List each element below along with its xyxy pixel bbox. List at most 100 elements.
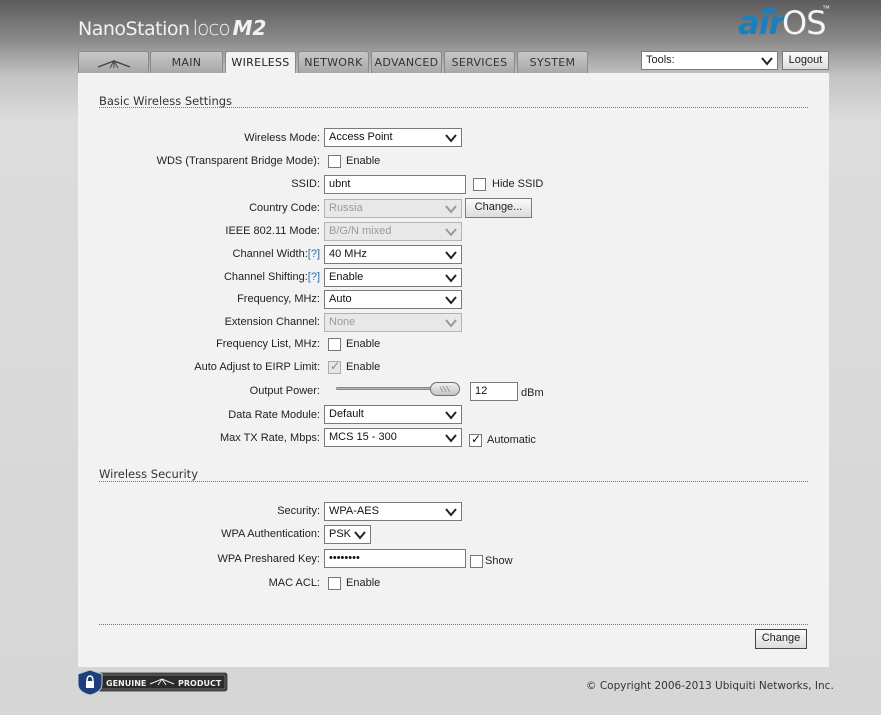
chevron-down-icon xyxy=(445,434,457,443)
max-tx-rate-label: Max TX Rate, Mbps: xyxy=(219,432,320,444)
eirp-enable-label: Enable xyxy=(346,361,381,373)
hide-ssid-checkbox[interactable] xyxy=(473,178,486,191)
eirp-label: Auto Adjust to EIRP Limit: xyxy=(194,361,320,373)
chevron-down-icon xyxy=(445,411,457,420)
extension-channel-select[interactable]: None xyxy=(324,313,462,332)
channel-width-label-text: Channel Width: xyxy=(232,248,308,260)
show-key-checkbox[interactable] xyxy=(470,555,483,568)
data-rate-module-select[interactable]: Default xyxy=(324,405,462,424)
channel-shifting-label-text: Channel Shifting: xyxy=(223,271,308,283)
ssid-input[interactable]: ubnt xyxy=(324,175,466,194)
chevron-down-icon xyxy=(445,274,457,283)
ssid-label: SSID: xyxy=(291,178,320,190)
ubiquiti-logo-icon xyxy=(97,60,130,69)
channel-width-select[interactable]: 40 MHz xyxy=(324,245,462,264)
tab-advanced[interactable]: ADVANCED xyxy=(371,51,442,74)
genuine-badge-text-left: GENUINE xyxy=(106,679,146,688)
output-power-slider-handle[interactable] xyxy=(430,382,460,396)
max-tx-rate-value: MCS 15 - 300 xyxy=(329,431,397,443)
frequency-list-checkbox[interactable] xyxy=(328,338,341,351)
hide-ssid-label: Hide SSID xyxy=(492,178,544,190)
country-change-button[interactable]: Change... xyxy=(465,198,532,218)
genuine-product-badge: GENUINE PRODUCT xyxy=(78,669,228,696)
channel-width-label: Channel Width:[?] xyxy=(233,248,320,260)
output-power-unit: dBm xyxy=(521,387,544,399)
logout-button[interactable]: Logout xyxy=(782,51,829,70)
tab-network[interactable]: NETWORK xyxy=(298,51,369,74)
tools-select[interactable]: Tools: xyxy=(641,51,778,70)
tab-system[interactable]: SYSTEM xyxy=(517,51,588,74)
country-code-select[interactable]: Russia xyxy=(324,199,462,218)
country-code-label: Country Code: xyxy=(249,202,320,214)
tab-services[interactable]: SERVICES xyxy=(444,51,515,74)
chevron-down-icon xyxy=(761,57,773,66)
channel-width-help-link[interactable]: [?] xyxy=(308,248,320,260)
security-select[interactable]: WPA-AES xyxy=(324,502,462,521)
max-tx-automatic-checkbox[interactable] xyxy=(469,432,482,447)
max-tx-automatic-label: Automatic xyxy=(487,434,536,446)
mac-acl-label: MAC ACL: xyxy=(268,577,320,589)
channel-shifting-value: Enable xyxy=(329,271,364,283)
mac-acl-enable-label: Enable xyxy=(346,577,381,589)
frequency-value: Auto xyxy=(329,293,352,305)
show-key-label: Show xyxy=(485,555,513,567)
mac-acl-checkbox[interactable] xyxy=(328,577,341,590)
airos-air-text: air xyxy=(738,4,784,42)
chevron-down-icon xyxy=(445,228,457,237)
wireless-mode-value: Access Point xyxy=(329,131,393,143)
chevron-down-icon xyxy=(445,134,457,143)
tools-select-value: Tools: xyxy=(646,54,675,66)
airos-os-text: OS xyxy=(782,4,826,42)
frequency-label: Frequency, MHz: xyxy=(237,293,320,305)
tab-logo[interactable] xyxy=(78,51,149,74)
settings-panel: Basic Wireless Settings Wireless Mode: W… xyxy=(78,73,829,667)
product-logo: NanoStation loco M2 xyxy=(78,16,266,46)
security-value: WPA-AES xyxy=(329,505,379,517)
divider xyxy=(99,481,808,482)
wpa-authentication-value: PSK xyxy=(329,528,352,540)
channel-shifting-select[interactable]: Enable xyxy=(324,268,462,287)
tab-main[interactable]: MAIN xyxy=(150,51,223,74)
data-rate-module-label: Data Rate Module: xyxy=(228,409,320,421)
frequency-select[interactable]: Auto xyxy=(324,290,462,309)
eirp-checkbox[interactable] xyxy=(328,359,341,374)
airos-logo: air OS ™ xyxy=(738,2,830,42)
chevron-down-icon xyxy=(445,296,457,305)
chevron-down-icon xyxy=(354,531,366,540)
data-rate-module-value: Default xyxy=(329,408,364,420)
wireless-mode-select[interactable]: Access Point xyxy=(324,128,462,147)
security-label: Security: xyxy=(277,505,320,517)
extension-channel-value: None xyxy=(329,316,356,328)
chevron-down-icon xyxy=(445,205,457,214)
ieee-mode-value: B/G/N mixed xyxy=(329,225,392,237)
genuine-badge-text-right: PRODUCT xyxy=(178,679,222,688)
frequency-list-label: Frequency List, MHz: xyxy=(216,338,320,350)
max-tx-rate-select[interactable]: MCS 15 - 300 xyxy=(324,428,462,447)
wds-enable-label: Enable xyxy=(346,155,381,167)
channel-shifting-help-link[interactable]: [?] xyxy=(308,271,320,283)
output-power-input[interactable]: 12 xyxy=(470,382,518,401)
section-title-security: Wireless Security xyxy=(99,467,198,481)
channel-width-value: 40 MHz xyxy=(329,248,367,260)
country-code-value: Russia xyxy=(329,202,363,214)
output-power-label: Output Power: xyxy=(249,385,320,397)
channel-shifting-label: Channel Shifting:[?] xyxy=(224,271,320,283)
wds-checkbox[interactable] xyxy=(328,155,341,168)
copyright-text: © Copyright 2006-2013 Ubiquiti Networks,… xyxy=(586,680,834,692)
wpa-authentication-label: WPA Authentication: xyxy=(221,528,320,540)
tab-wireless[interactable]: WIRELESS xyxy=(225,51,296,75)
wpa-authentication-select[interactable]: PSK xyxy=(324,525,371,544)
wpa-preshared-key-input[interactable]: •••••••• xyxy=(324,549,466,568)
chevron-down-icon xyxy=(445,508,457,517)
labels-column: Wireless Mode: WDS (Transparent Bridge M… xyxy=(78,73,320,667)
change-button[interactable]: Change xyxy=(755,629,807,649)
wpa-preshared-key-label: WPA Preshared Key: xyxy=(217,553,320,565)
extension-channel-label: Extension Channel: xyxy=(224,316,320,328)
ieee-mode-select[interactable]: B/G/N mixed xyxy=(324,222,462,241)
chevron-down-icon xyxy=(445,319,457,328)
chevron-down-icon xyxy=(445,251,457,260)
trademark-mark: ™ xyxy=(822,4,830,13)
wireless-mode-label: Wireless Mode: xyxy=(244,132,320,144)
divider xyxy=(99,624,808,625)
product-model: M2 xyxy=(232,16,267,40)
